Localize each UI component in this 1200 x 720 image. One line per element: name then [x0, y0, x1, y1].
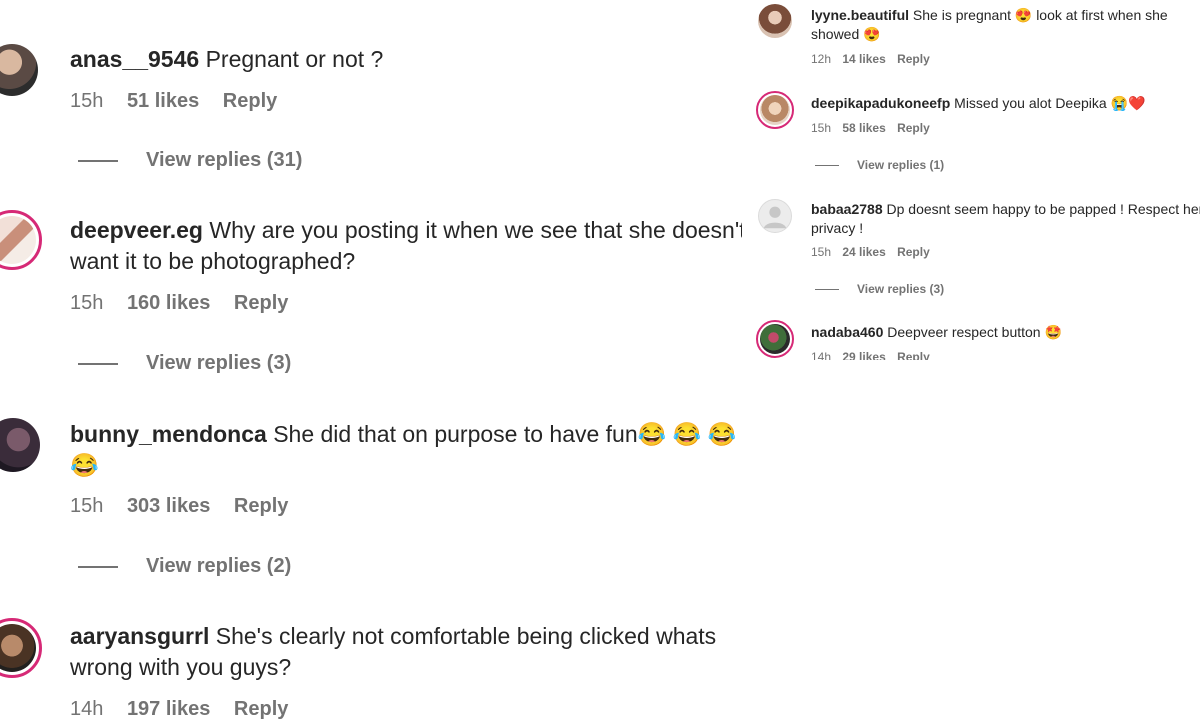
- comment-username[interactable]: nadaba460: [811, 324, 883, 340]
- likes-count[interactable]: 58 likes: [842, 121, 885, 135]
- view-replies-button[interactable]: View replies (3): [815, 282, 944, 296]
- comment-username[interactable]: deepveer.eg: [70, 217, 203, 243]
- comment-time: 15h: [70, 90, 104, 112]
- replies-divider: [78, 565, 118, 568]
- replies-divider: [815, 288, 839, 290]
- likes-count[interactable]: 197 likes: [127, 698, 210, 720]
- avatar[interactable]: [0, 210, 42, 270]
- likes-count[interactable]: 160 likes: [127, 292, 210, 314]
- right-comments-panel: lyyne.beautiful She is pregnant 😍 look a…: [742, 0, 1200, 360]
- likes-count[interactable]: 29 likes: [842, 350, 885, 360]
- view-replies-label: View replies (3): [857, 282, 945, 296]
- likes-count[interactable]: 303 likes: [127, 495, 210, 517]
- likes-count[interactable]: 51 likes: [127, 90, 199, 112]
- avatar[interactable]: [758, 4, 792, 38]
- comment-username[interactable]: babaa2788: [811, 201, 883, 217]
- left-comments-panel: anas__9546 Pregnant or not ? 15h 51 like…: [0, 0, 760, 720]
- reply-button[interactable]: Reply: [897, 52, 930, 66]
- avatar[interactable]: [0, 44, 38, 96]
- reply-button[interactable]: Reply: [897, 121, 930, 135]
- avatar[interactable]: [756, 320, 794, 358]
- avatar[interactable]: [0, 618, 42, 678]
- view-replies-button[interactable]: View replies (2): [78, 555, 291, 578]
- view-replies-button[interactable]: View replies (1): [815, 158, 944, 172]
- replies-divider: [78, 362, 118, 365]
- reply-button[interactable]: Reply: [234, 698, 288, 720]
- view-replies-button[interactable]: View replies (3): [78, 352, 291, 375]
- likes-count[interactable]: 24 likes: [842, 245, 885, 259]
- replies-divider: [815, 164, 839, 166]
- default-avatar-icon: [763, 206, 787, 229]
- comment-username[interactable]: anas__9546: [70, 46, 199, 72]
- view-replies-label: View replies (2): [146, 555, 292, 577]
- reply-button[interactable]: Reply: [234, 495, 288, 517]
- avatar[interactable]: [756, 91, 794, 129]
- replies-divider: [78, 159, 118, 162]
- comment-time: 15h: [70, 292, 104, 314]
- comment-text: Missed you alot Deepika 😭❤️: [954, 95, 1146, 111]
- comment-time: 15h: [811, 121, 832, 135]
- comment-time: 14h: [70, 698, 104, 720]
- comment-time: 15h: [811, 245, 832, 259]
- reply-button[interactable]: Reply: [223, 90, 277, 112]
- avatar[interactable]: [758, 199, 792, 233]
- view-replies-label: View replies (3): [146, 352, 292, 374]
- likes-count[interactable]: 14 likes: [842, 52, 885, 66]
- comment-text: Pregnant or not ?: [205, 46, 384, 72]
- view-replies-button[interactable]: View replies (31): [78, 149, 302, 172]
- comment-username[interactable]: aaryansgurrl: [70, 623, 209, 649]
- comment-time: 14h: [811, 350, 832, 360]
- comment-text: Deepveer respect button 🤩: [887, 324, 1062, 340]
- reply-button[interactable]: Reply: [234, 292, 288, 314]
- view-replies-label: View replies (1): [857, 158, 945, 172]
- comment-username[interactable]: deepikapadukoneefp: [811, 95, 950, 111]
- comment-username[interactable]: bunny_mendonca: [70, 421, 267, 447]
- view-replies-label: View replies (31): [146, 149, 303, 171]
- reply-button[interactable]: Reply: [897, 245, 930, 259]
- reply-button[interactable]: Reply: [897, 350, 930, 360]
- comment-time: 12h: [811, 52, 832, 66]
- avatar[interactable]: [0, 418, 40, 472]
- comment-time: 15h: [70, 495, 104, 517]
- comment-username[interactable]: lyyne.beautiful: [811, 7, 909, 23]
